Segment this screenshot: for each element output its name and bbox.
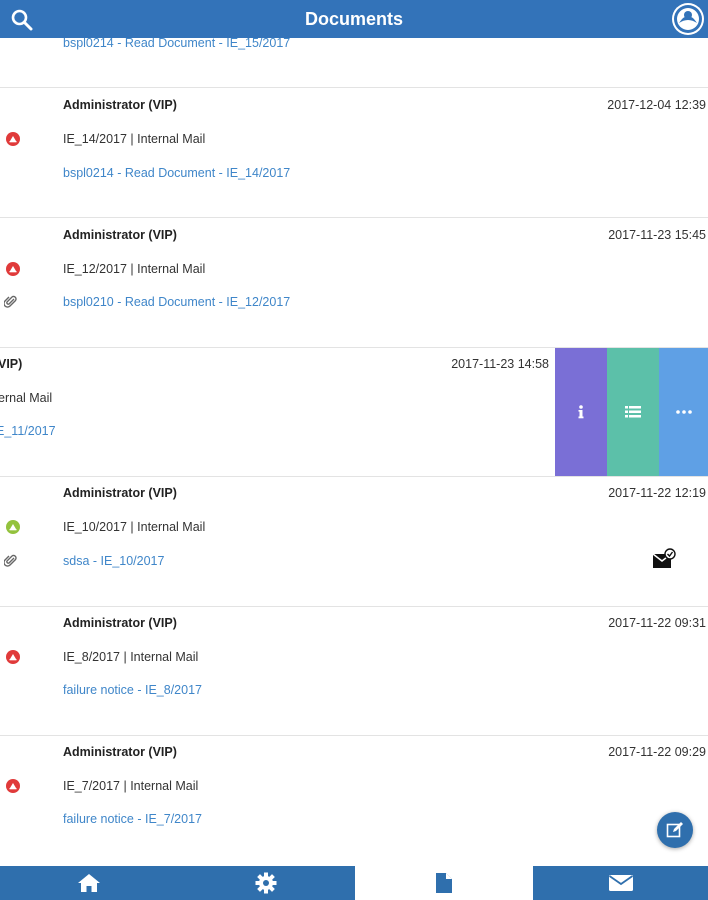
swiped-row-content[interactable]: VIP) 2017-11-23 14:58 ernal Mail E_11/20… bbox=[0, 348, 555, 476]
tab-home[interactable] bbox=[0, 866, 177, 900]
document-reference: IE_8/2017 | Internal Mail bbox=[63, 650, 199, 664]
list-item[interactable]: bspl0214 - Read Document - IE_15/2017 bbox=[0, 38, 708, 88]
document-date: 2017-11-23 14:58 bbox=[451, 357, 549, 371]
list-item[interactable]: Administrator (VIP) 2017-12-04 12:39 IE_… bbox=[0, 89, 708, 218]
tab-settings[interactable] bbox=[177, 866, 355, 900]
sender-name: Administrator (VIP) bbox=[63, 486, 177, 500]
sender-name: Administrator (VIP) bbox=[63, 616, 177, 630]
edit-icon bbox=[666, 822, 683, 838]
sender-name: Administrator (VIP) bbox=[63, 745, 177, 759]
document-subject[interactable]: failure notice - IE_8/2017 bbox=[63, 683, 202, 697]
page-title: Documents bbox=[304, 9, 403, 29]
priority-normal-icon bbox=[6, 520, 20, 534]
document-date: 2017-11-23 15:45 bbox=[608, 228, 706, 242]
more-icon bbox=[675, 410, 692, 414]
tab-documents[interactable] bbox=[355, 866, 533, 900]
list-icon bbox=[625, 406, 641, 418]
document-subject[interactable]: bspl0214 - Read Document - IE_15/2017 bbox=[63, 38, 290, 50]
document-date: 2017-11-22 12:19 bbox=[608, 486, 706, 500]
document-subject[interactable]: sdsa - IE_10/2017 bbox=[63, 554, 164, 568]
list-item-swiped[interactable]: VIP) 2017-11-23 14:58 ernal Mail E_11/20… bbox=[0, 348, 708, 477]
document-subject[interactable]: E_11/2017 bbox=[0, 424, 56, 438]
app-header: Documents bbox=[0, 0, 708, 38]
home-icon bbox=[77, 874, 100, 892]
priority-high-icon bbox=[6, 132, 20, 146]
document-reference: IE_12/2017 | Internal Mail bbox=[63, 262, 206, 276]
details-list-button[interactable] bbox=[607, 348, 659, 476]
bottom-navigation bbox=[0, 866, 708, 900]
document-subject[interactable]: bspl0210 - Read Document - IE_12/2017 bbox=[63, 295, 290, 309]
app-logo-icon[interactable] bbox=[672, 3, 704, 35]
document-reference: IE_14/2017 | Internal Mail bbox=[63, 132, 206, 146]
document-list: bspl0214 - Read Document - IE_15/2017 Ad… bbox=[0, 38, 708, 866]
document-subject[interactable]: bspl0214 - Read Document - IE_14/2017 bbox=[63, 166, 290, 180]
attachment-icon bbox=[3, 554, 18, 568]
tab-mail[interactable] bbox=[533, 866, 708, 900]
gear-icon bbox=[255, 872, 277, 894]
document-reference: IE_10/2017 | Internal Mail bbox=[63, 520, 206, 534]
sender-name: Administrator (VIP) bbox=[63, 228, 177, 242]
mail-signed-icon bbox=[652, 548, 676, 570]
list-item[interactable]: Administrator (VIP) 2017-11-22 09:31 IE_… bbox=[0, 607, 708, 736]
priority-high-icon bbox=[6, 650, 20, 664]
document-date: 2017-12-04 12:39 bbox=[607, 98, 706, 112]
document-reference: IE_7/2017 | Internal Mail bbox=[63, 779, 199, 793]
document-icon bbox=[436, 873, 452, 893]
attachment-icon bbox=[3, 295, 18, 309]
document-reference: ernal Mail bbox=[0, 391, 53, 405]
mail-icon bbox=[608, 875, 633, 891]
compose-button[interactable] bbox=[657, 812, 693, 848]
sender-name: VIP) bbox=[0, 357, 23, 371]
document-subject[interactable]: failure notice - IE_7/2017 bbox=[63, 812, 202, 826]
list-item[interactable]: Administrator (VIP) 2017-11-23 15:45 IE_… bbox=[0, 219, 708, 348]
sender-name: Administrator (VIP) bbox=[63, 98, 177, 112]
document-date: 2017-11-22 09:29 bbox=[608, 745, 706, 759]
list-item[interactable]: Administrator (VIP) 2017-11-22 12:19 IE_… bbox=[0, 478, 708, 607]
priority-high-icon bbox=[6, 779, 20, 793]
info-icon bbox=[578, 405, 584, 419]
list-item[interactable]: Administrator (VIP) 2017-11-22 09:29 IE_… bbox=[0, 737, 708, 866]
priority-high-icon bbox=[6, 262, 20, 276]
document-date: 2017-11-22 09:31 bbox=[608, 616, 706, 630]
info-button[interactable] bbox=[555, 348, 607, 476]
more-options-button[interactable] bbox=[659, 348, 708, 476]
